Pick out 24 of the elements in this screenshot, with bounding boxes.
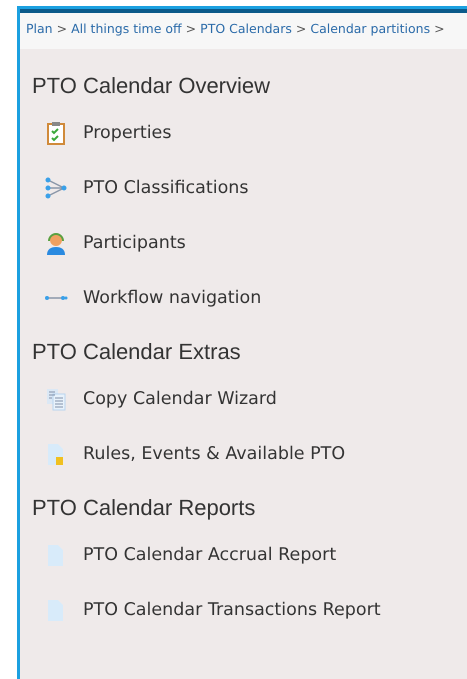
branch-icon	[44, 176, 68, 200]
menu-link[interactable]: PTO Calendar Accrual Report	[83, 544, 336, 564]
breadcrumb-link[interactable]: All things time off	[71, 21, 182, 36]
breadcrumb-separator: >	[186, 21, 196, 36]
menu-link[interactable]: Rules, Events & Available PTO	[83, 444, 346, 464]
section-heading: PTO Calendar Overview	[32, 73, 272, 99]
menu-link[interactable]: PTO Classifications	[83, 178, 248, 198]
breadcrumb-separator: >	[296, 21, 306, 36]
arrow-line-icon	[44, 294, 68, 300]
menu-link[interactable]: Workflow navigation	[83, 288, 262, 308]
section-heading: PTO Calendar Reports	[32, 495, 256, 521]
menu-link[interactable]: Properties	[83, 122, 172, 142]
clipboard-check-icon	[44, 120, 68, 144]
copy-document-icon	[44, 386, 68, 410]
person-headset-icon	[44, 230, 68, 254]
menu-link[interactable]: Participants	[83, 232, 186, 252]
breadcrumb-separator: >	[56, 21, 68, 36]
breadcrumb-separator: >	[434, 21, 445, 36]
breadcrumb-link[interactable]: PTO Calendars	[200, 21, 292, 36]
menu-link[interactable]: PTO Calendar Transactions Report	[83, 600, 381, 620]
menu-link[interactable]: Copy Calendar Wizard	[83, 388, 277, 408]
breadcrumb-link[interactable]: Plan	[26, 21, 53, 36]
section-heading: PTO Calendar Extras	[32, 339, 242, 365]
breadcrumb-link[interactable]: Calendar partitions	[310, 21, 430, 36]
